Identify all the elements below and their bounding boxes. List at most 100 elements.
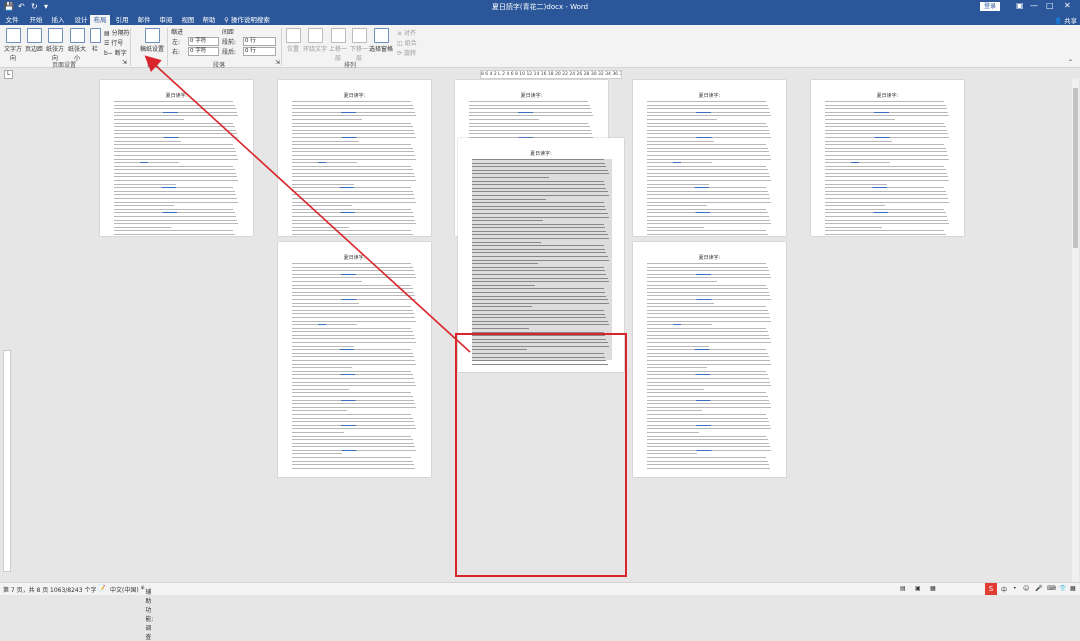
text-line bbox=[647, 331, 768, 333]
text-line bbox=[292, 115, 417, 117]
text-line bbox=[825, 140, 893, 142]
page-body-text[interactable] bbox=[647, 263, 774, 469]
manuscript-settings-button[interactable]: 稿纸设置 bbox=[140, 28, 164, 53]
tab-mailings[interactable]: 邮件 bbox=[135, 15, 153, 25]
columns-button[interactable]: 栏 bbox=[88, 28, 102, 53]
text-line bbox=[647, 467, 771, 469]
text-line bbox=[647, 183, 710, 185]
breaks-button[interactable]: ▤ 分隔符 bbox=[104, 28, 130, 37]
text-line bbox=[292, 367, 352, 369]
page-body-text[interactable] bbox=[292, 101, 419, 235]
punctuation-icon[interactable]: • bbox=[1013, 585, 1017, 592]
page-body-text[interactable] bbox=[472, 159, 612, 365]
page-body-text[interactable] bbox=[114, 101, 241, 235]
text-line bbox=[647, 140, 715, 142]
page-body-text[interactable] bbox=[825, 101, 952, 235]
keyboard-icon[interactable]: ⌨ bbox=[1047, 585, 1056, 592]
print-layout-icon[interactable]: ▣ bbox=[915, 585, 921, 592]
paragraph-launcher-icon[interactable]: ⇲ bbox=[275, 59, 280, 66]
indent-right-field[interactable]: 0 字符 bbox=[188, 47, 219, 56]
word-count[interactable]: 1063/8243 个字 bbox=[50, 585, 96, 594]
text-line bbox=[647, 219, 771, 221]
text-line bbox=[292, 108, 414, 110]
emoji-icon[interactable]: ☺ bbox=[1023, 585, 1029, 592]
text-line bbox=[825, 194, 947, 196]
bring-forward-button[interactable]: 上移一层 bbox=[327, 28, 349, 62]
manuscript-icon bbox=[144, 28, 160, 43]
share-button[interactable]: 👤 共享 bbox=[1054, 15, 1077, 25]
document-page[interactable]: 夏日读字: bbox=[633, 242, 786, 477]
position-button[interactable]: 位置 bbox=[284, 28, 302, 53]
text-line bbox=[647, 126, 768, 128]
tab-design[interactable]: 设计 bbox=[72, 15, 90, 25]
minimize-icon[interactable]: — bbox=[1030, 1, 1038, 10]
scrollbar-thumb[interactable] bbox=[1073, 88, 1078, 248]
text-line bbox=[292, 388, 350, 390]
group-button[interactable]: ◫ 组合 bbox=[397, 38, 417, 47]
close-icon[interactable]: ✕ bbox=[1064, 1, 1071, 10]
collapse-ribbon-icon[interactable]: ⌃ bbox=[1068, 59, 1073, 66]
document-page[interactable]: 夏日读字: bbox=[278, 242, 431, 477]
ribbon-display-icon[interactable]: ▣ bbox=[1016, 1, 1024, 10]
tab-layout[interactable]: 布局 bbox=[90, 15, 110, 25]
text-line bbox=[292, 295, 416, 297]
tab-review[interactable]: 审阅 bbox=[157, 15, 175, 25]
accessibility-status[interactable]: ⚘ 辅助功能: 调查 bbox=[140, 585, 153, 641]
read-mode-icon[interactable]: ▤ bbox=[900, 585, 906, 592]
spacing-before-field[interactable]: 0 行 bbox=[243, 37, 276, 46]
indent-left-field[interactable]: 0 字符 bbox=[188, 37, 219, 46]
text-direction-button[interactable]: 文字方向 bbox=[3, 28, 23, 62]
document-page[interactable]: 夏日读字: bbox=[278, 80, 431, 236]
wrap-text-button[interactable]: 环绕文字 bbox=[303, 28, 327, 53]
ribbon-separator bbox=[281, 28, 282, 66]
document-page[interactable]: 夏日读字: bbox=[811, 80, 964, 236]
tell-me-search[interactable]: ⚲ 操作说明搜索 bbox=[222, 15, 272, 25]
text-line bbox=[472, 291, 605, 293]
skin-icon[interactable]: 👕 bbox=[1059, 585, 1066, 592]
align-button[interactable]: ≡ 对齐 bbox=[397, 28, 416, 37]
text-line bbox=[292, 194, 414, 196]
orientation-button[interactable]: 纸张方向 bbox=[44, 28, 66, 62]
vertical-scrollbar[interactable] bbox=[1072, 78, 1079, 582]
line-numbers-button[interactable]: ☰ 行号 bbox=[104, 38, 123, 47]
page-setup-launcher-icon[interactable]: ⇲ bbox=[122, 59, 127, 66]
page-body-text[interactable] bbox=[647, 101, 774, 235]
send-backward-button[interactable]: 下移一层 bbox=[348, 28, 370, 62]
text-line bbox=[472, 212, 608, 214]
selection-pane-button[interactable]: 选择窗格 bbox=[369, 28, 393, 53]
ime-mode-icon[interactable]: 中 bbox=[1001, 585, 1007, 594]
text-line bbox=[292, 421, 414, 423]
text-line bbox=[647, 233, 768, 235]
page-count[interactable]: 第 7 页，共 8 页 bbox=[3, 585, 48, 594]
tab-references[interactable]: 引用 bbox=[113, 15, 131, 25]
margins-button[interactable]: 页边距 bbox=[24, 28, 44, 53]
tab-insert[interactable]: 插入 bbox=[49, 15, 67, 25]
page-body-text[interactable] bbox=[292, 263, 419, 469]
tab-file[interactable]: 文件 bbox=[3, 15, 21, 25]
text-line bbox=[472, 220, 544, 222]
ime-logo-icon[interactable]: S bbox=[985, 583, 997, 595]
text-line bbox=[114, 158, 239, 160]
text-line bbox=[472, 194, 610, 196]
text-line bbox=[472, 234, 608, 236]
maximize-icon[interactable]: □ bbox=[1046, 1, 1054, 10]
hyphenation-button[interactable]: b− 断字 bbox=[104, 48, 127, 57]
tab-view[interactable]: 视图 bbox=[179, 15, 197, 25]
spacing-after-field[interactable]: 0 行 bbox=[243, 47, 276, 56]
size-button[interactable]: 纸张大小 bbox=[66, 28, 88, 62]
toolbox-icon[interactable]: ▦ bbox=[1070, 585, 1076, 592]
language-status[interactable]: 中文(中国) bbox=[110, 585, 139, 594]
rotate-button[interactable]: ⟳ 旋转 bbox=[397, 48, 416, 57]
tab-home[interactable]: 开始 bbox=[27, 15, 45, 25]
text-line bbox=[292, 288, 413, 290]
login-button[interactable]: 登录 bbox=[980, 2, 1000, 11]
document-page[interactable]: 夏日读字: bbox=[633, 80, 786, 236]
microphone-icon[interactable]: 🎤 bbox=[1035, 585, 1042, 592]
tab-help[interactable]: 帮助 bbox=[200, 15, 218, 25]
text-line bbox=[647, 460, 768, 462]
proofing-icon[interactable]: 📝 bbox=[98, 585, 105, 592]
document-page[interactable]: 夏日读字: bbox=[100, 80, 253, 236]
text-line bbox=[825, 226, 883, 228]
web-layout-icon[interactable]: ▦ bbox=[930, 585, 936, 592]
text-line bbox=[292, 446, 416, 448]
